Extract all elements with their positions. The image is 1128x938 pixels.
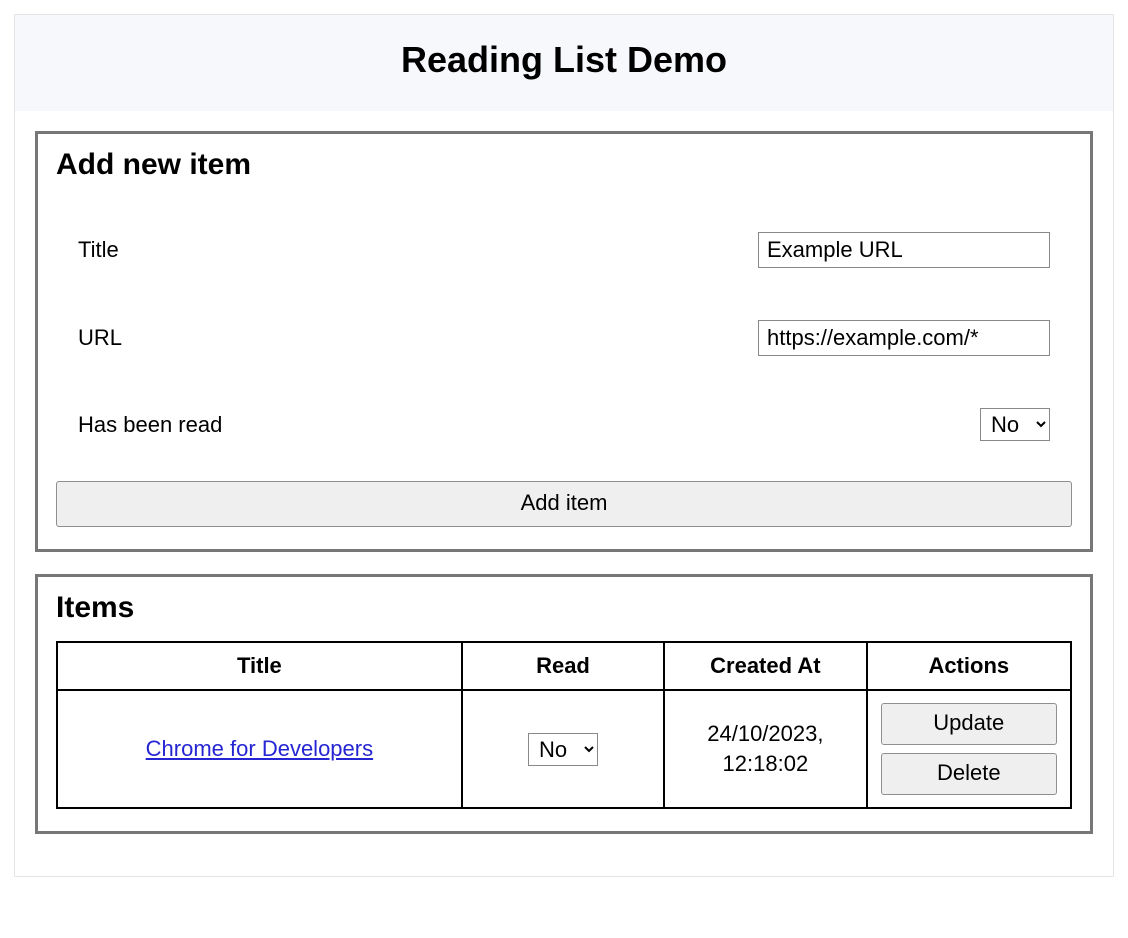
item-actions-cell: Update Delete xyxy=(867,690,1071,808)
has-been-read-label: Has been read xyxy=(78,412,222,438)
title-input[interactable] xyxy=(758,232,1050,268)
page-title: Reading List Demo xyxy=(27,39,1101,81)
title-row: Title xyxy=(78,206,1050,294)
title-label: Title xyxy=(78,237,119,263)
add-item-panel: Add new item Title URL Has been read No … xyxy=(35,131,1093,552)
item-title-link[interactable]: Chrome for Developers xyxy=(146,736,373,761)
url-row: URL xyxy=(78,294,1050,382)
col-header-title: Title xyxy=(57,642,462,690)
content: Add new item Title URL Has been read No … xyxy=(15,111,1113,876)
item-created-at: 24/10/2023, 12:18:02 xyxy=(677,719,853,778)
table-row: Chrome for Developers No Yes 24/10/2023,… xyxy=(57,690,1071,808)
has-been-read-select[interactable]: No Yes xyxy=(980,408,1050,441)
item-created-at-cell: 24/10/2023, 12:18:02 xyxy=(664,690,866,808)
col-header-actions: Actions xyxy=(867,642,1071,690)
item-read-cell: No Yes xyxy=(462,690,664,808)
app-frame: Reading List Demo Add new item Title URL… xyxy=(14,14,1114,877)
url-label: URL xyxy=(78,325,122,351)
items-table: Title Read Created At Actions Chrome for… xyxy=(56,641,1072,809)
delete-button[interactable]: Delete xyxy=(881,753,1057,795)
items-heading: Items xyxy=(56,591,1072,625)
col-header-read: Read xyxy=(462,642,664,690)
add-item-button[interactable]: Add item xyxy=(56,481,1072,527)
update-button[interactable]: Update xyxy=(881,703,1057,745)
items-panel: Items Title Read Created At Actions Chro… xyxy=(35,574,1093,834)
url-input[interactable] xyxy=(758,320,1050,356)
header: Reading List Demo xyxy=(15,15,1113,111)
add-item-heading: Add new item xyxy=(56,148,1072,182)
item-read-select[interactable]: No Yes xyxy=(528,733,598,766)
add-item-form: Title URL Has been read No Yes xyxy=(56,198,1072,477)
has-been-read-row: Has been read No Yes xyxy=(78,382,1050,467)
items-header-row: Title Read Created At Actions xyxy=(57,642,1071,690)
item-title-cell: Chrome for Developers xyxy=(57,690,462,808)
col-header-created-at: Created At xyxy=(664,642,866,690)
